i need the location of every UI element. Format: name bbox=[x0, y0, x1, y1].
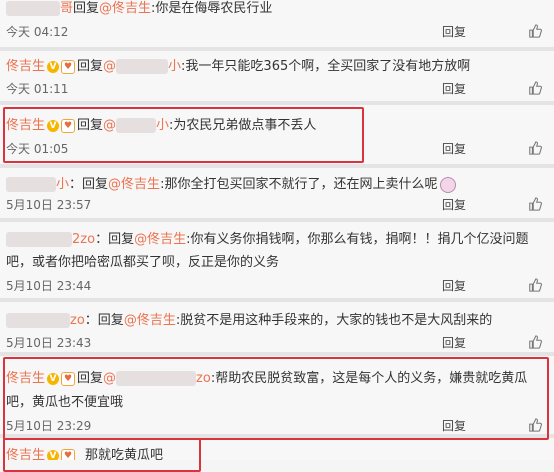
thumbs-up-icon[interactable] bbox=[528, 335, 542, 349]
reply-button[interactable]: 回复 bbox=[442, 140, 466, 157]
comment-reply-label: 回复 bbox=[77, 59, 104, 74]
comment-username[interactable]: 小 bbox=[56, 177, 69, 192]
highlight-box bbox=[3, 438, 201, 472]
comment-username[interactable]: zo bbox=[70, 313, 85, 328]
comment-body-continued: 吧，或者你把哈密瓜都买了呗，反正是你的义务 bbox=[6, 255, 280, 270]
comment-body: :那你全打包买回家不就行了，还在网上卖什么呢 bbox=[160, 177, 438, 192]
highlight-box bbox=[3, 107, 364, 163]
comment-text-row: 2zo：回复@佟吉生:你有义务你捐钱啊，你那么有钱，捐啊！！捐几个亿没问题 bbox=[6, 228, 548, 251]
member-badge-icon: ♥ bbox=[61, 59, 76, 74]
comment-item: 哥回复@佟吉生:你是在侮辱农民行业 今天 04:12 回复 bbox=[0, 0, 554, 47]
reply-button[interactable]: 回复 bbox=[442, 23, 466, 40]
comment-text-row: 佟吉生 V ♥ 回复@ 小:我一年只能吃365个啊，全买回家了没有地方放啊 bbox=[6, 55, 548, 78]
thumbs-up-icon[interactable] bbox=[528, 278, 542, 292]
reply-button[interactable]: 回复 bbox=[442, 80, 466, 97]
comment-reply-label: 回复 bbox=[108, 232, 135, 247]
blurred-username bbox=[116, 59, 169, 74]
comment-text-row: zo：回复@佟吉生:脱贫不是用这种手段来的，大家的钱也不是大风刮来的 bbox=[6, 309, 548, 332]
comment-item: 2zo：回复@佟吉生:你有义务你捐钱啊，你那么有钱，捐啊！！捐几个亿没问题 吧，… bbox=[0, 222, 554, 298]
thumbs-up-icon[interactable] bbox=[528, 141, 542, 155]
comment-reply-label: 回复 bbox=[73, 1, 100, 16]
comment-username[interactable]: 佟吉生 bbox=[6, 59, 45, 74]
comment-timestamp: 5月10日 23:43 bbox=[6, 336, 92, 350]
comment-reply-label: 回复 bbox=[97, 313, 124, 328]
thumbs-up-icon[interactable] bbox=[528, 81, 542, 95]
blurred-username bbox=[6, 177, 56, 192]
thumbs-up-icon[interactable] bbox=[528, 24, 542, 38]
comment-text-row: 哥回复@佟吉生:你是在侮辱农民行业 bbox=[6, 0, 548, 20]
blurred-username bbox=[6, 1, 60, 16]
reply-button[interactable]: 回复 bbox=[442, 277, 466, 294]
reply-button[interactable]: 回复 bbox=[442, 334, 466, 351]
comment-item: zo：回复@佟吉生:脱贫不是用这种手段来的，大家的钱也不是大风刮来的 5月10日… bbox=[0, 302, 554, 352]
highlight-box bbox=[3, 357, 549, 440]
comment-body: :我一年只能吃365个啊，全买回家了没有地方放啊 bbox=[181, 59, 471, 74]
comment-item: 小：回复@佟吉生:那你全打包买回家不就行了，还在网上卖什么呢 5月10日 23:… bbox=[0, 168, 554, 218]
blurred-username bbox=[6, 232, 72, 247]
blurred-username bbox=[6, 313, 70, 328]
reply-button[interactable]: 回复 bbox=[442, 196, 466, 213]
comment-body: :你有义务你捐钱啊，你那么有钱，捐啊！！捐几个亿没问题 bbox=[186, 232, 529, 247]
mention-link[interactable]: @ bbox=[103, 59, 116, 74]
weibo-comment-thread: { "comments": [ {"user": "哥", "user_part… bbox=[0, 0, 554, 472]
verified-badge-icon: V bbox=[47, 60, 60, 73]
comment-timestamp: 今天 01:11 bbox=[6, 82, 69, 96]
comment-reply-label: 回复 bbox=[82, 177, 109, 192]
comment-timestamp: 今天 04:12 bbox=[6, 25, 69, 39]
comment-text-row: 吧，或者你把哈密瓜都买了呗，反正是你的义务 bbox=[6, 251, 548, 274]
mention-link[interactable]: @佟吉生 bbox=[108, 177, 160, 192]
comment-timestamp: 5月10日 23:44 bbox=[6, 279, 92, 293]
mention-link[interactable]: @佟吉生 bbox=[124, 313, 176, 328]
mention-link[interactable]: @佟吉生 bbox=[99, 1, 151, 16]
mention-link-tail[interactable]: 小 bbox=[168, 59, 181, 74]
comment-body: :脱贫不是用这种手段来的，大家的钱也不是大风刮来的 bbox=[175, 313, 493, 328]
comment-item: 佟吉生 V ♥ 回复@ 小:我一年只能吃365个啊，全买回家了没有地方放啊 今天 01:… bbox=[0, 51, 554, 101]
comment-body: :你是在侮辱农民行业 bbox=[151, 1, 273, 16]
thumbs-up-icon[interactable] bbox=[528, 197, 542, 211]
mention-link[interactable]: @佟吉生 bbox=[134, 232, 186, 247]
comment-text-row: 小：回复@佟吉生:那你全打包买回家不就行了，还在网上卖什么呢 bbox=[6, 173, 548, 196]
emoji-icon bbox=[440, 176, 457, 193]
comment-timestamp: 5月10日 23:57 bbox=[6, 198, 92, 212]
comment-username[interactable]: 2zo bbox=[72, 232, 95, 247]
comment-username[interactable]: 哥 bbox=[60, 1, 73, 16]
